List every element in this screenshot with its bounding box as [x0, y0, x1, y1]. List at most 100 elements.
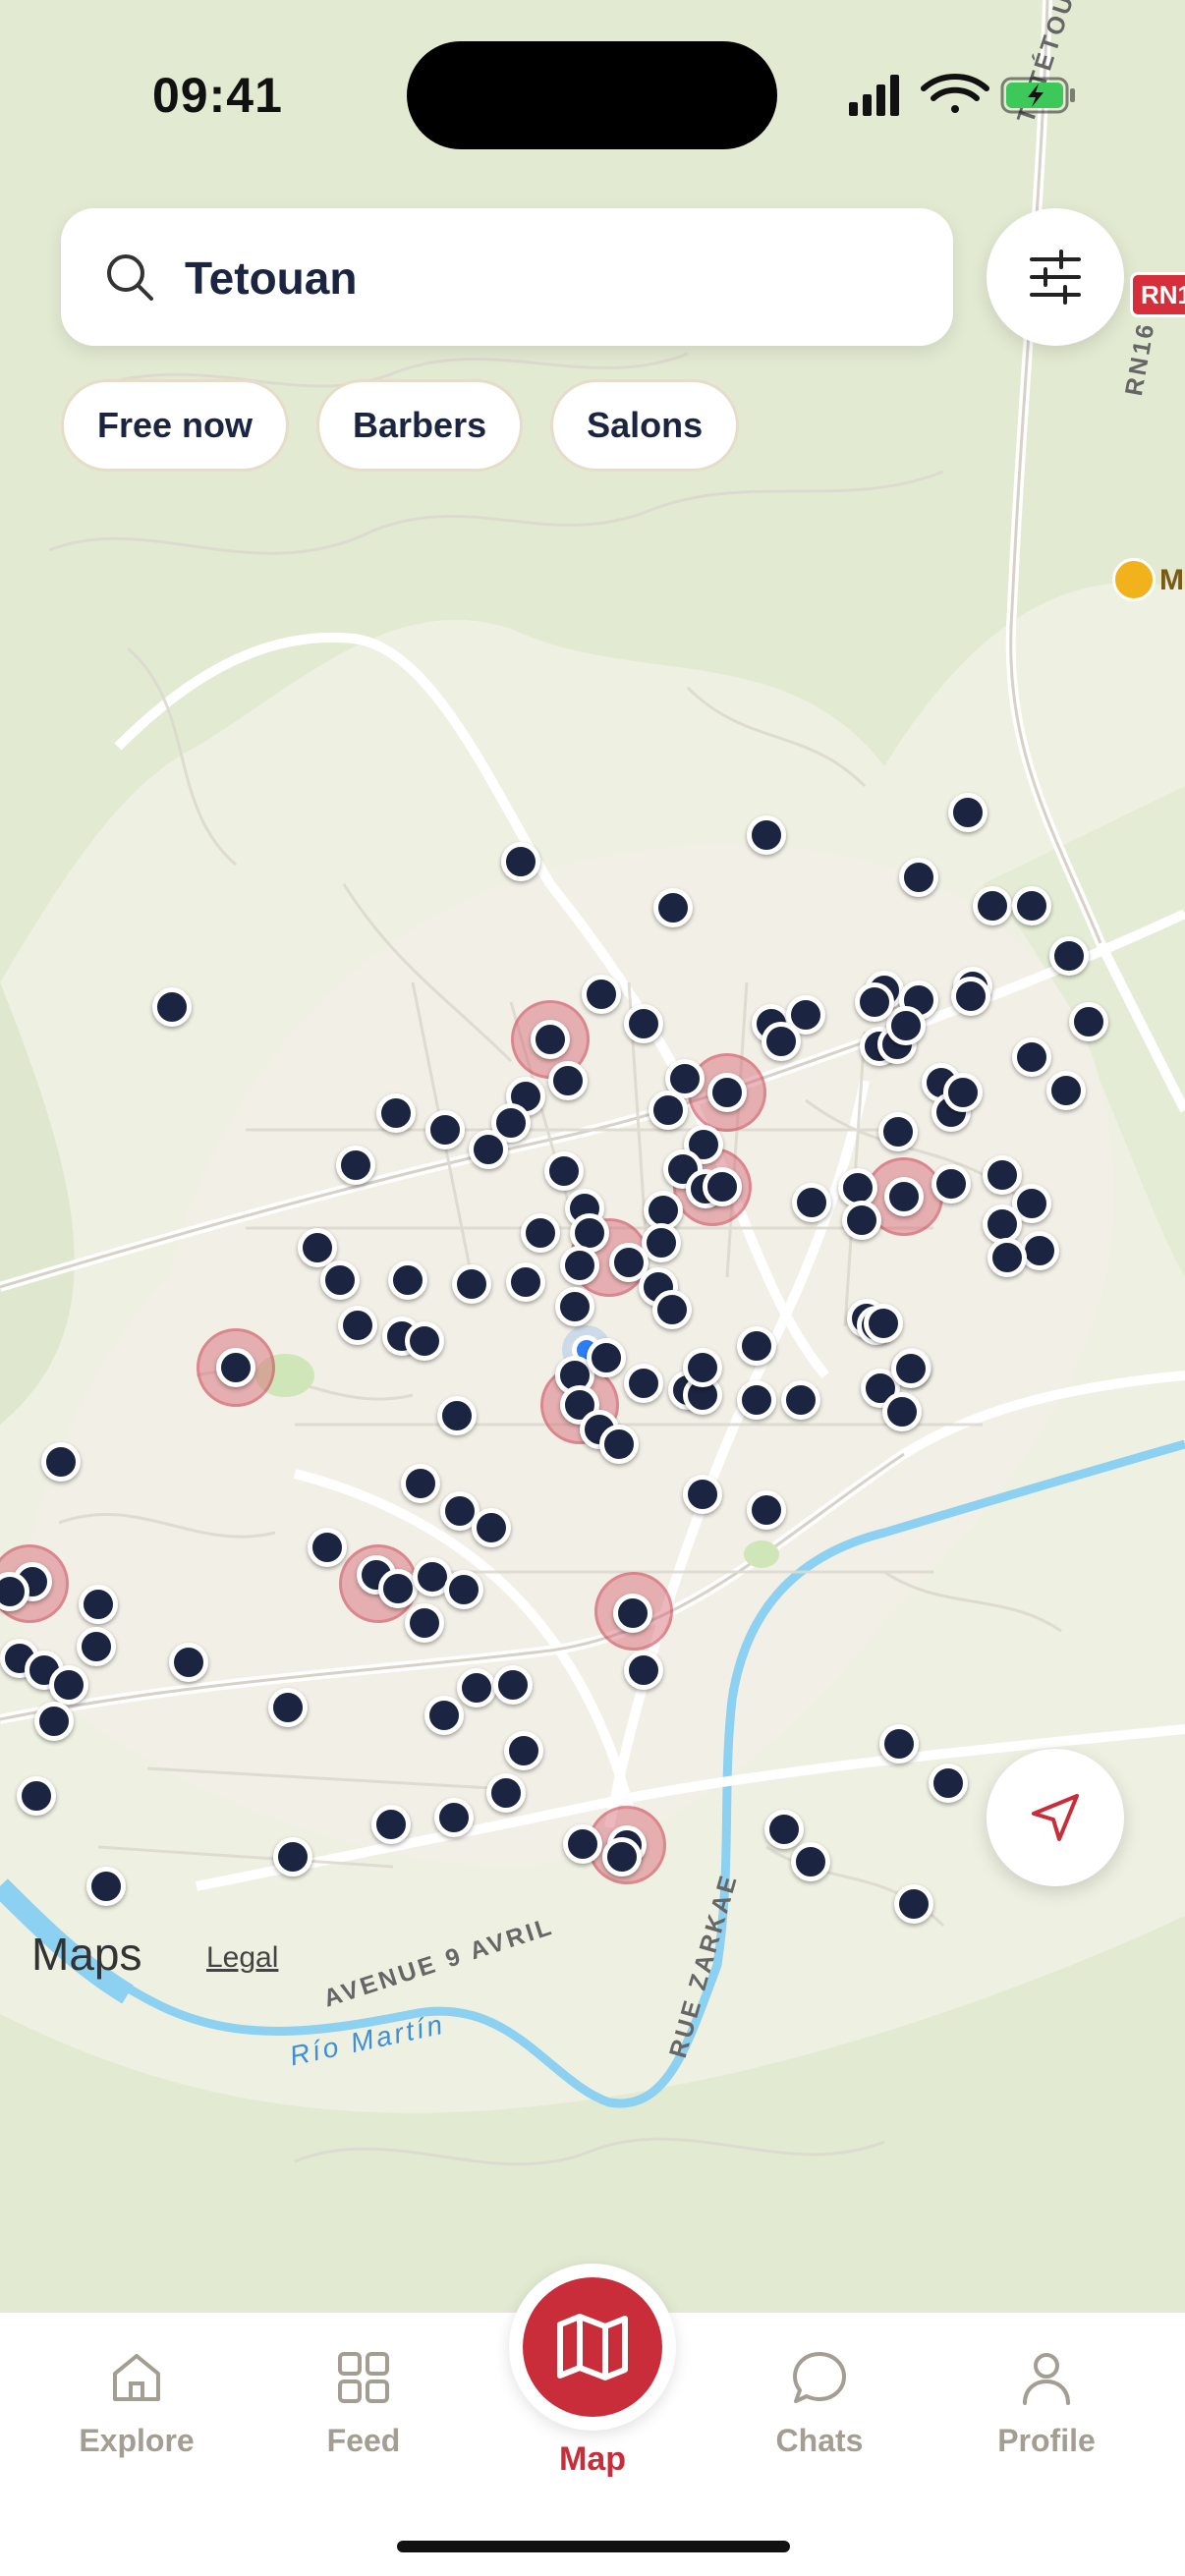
provider-pin[interactable]: [504, 1731, 543, 1770]
provider-pin[interactable]: [943, 1073, 983, 1112]
provider-pin[interactable]: [599, 1425, 639, 1464]
provider-pin[interactable]: [587, 1338, 626, 1377]
provider-pin[interactable]: [17, 1776, 56, 1816]
provider-pin[interactable]: [521, 1213, 560, 1253]
provider-pin[interactable]: [747, 815, 786, 855]
provider-pin[interactable]: [506, 1262, 545, 1302]
provider-pin[interactable]: [764, 1810, 804, 1849]
provider-pin[interactable]: [737, 1326, 776, 1366]
provider-pin[interactable]: [501, 842, 540, 881]
shop-poi-icon[interactable]: [1112, 558, 1156, 601]
provider-pin[interactable]: [401, 1464, 440, 1503]
provider-pin[interactable]: [1049, 936, 1089, 976]
provider-pin[interactable]: [894, 1884, 933, 1924]
provider-pin[interactable]: [268, 1688, 308, 1727]
provider-pin[interactable]: [41, 1442, 81, 1482]
provider-pin[interactable]: [624, 1004, 663, 1043]
provider-pin[interactable]: [781, 1380, 820, 1420]
provider-pin[interactable]: [973, 886, 1012, 925]
provider-pin[interactable]: [886, 1006, 926, 1045]
provider-pin[interactable]: [152, 987, 192, 1027]
provider-pin[interactable]: [624, 1651, 663, 1690]
provider-pin[interactable]: [983, 1155, 1022, 1195]
provider-pin[interactable]: [34, 1702, 74, 1741]
filter-button[interactable]: [987, 208, 1124, 346]
chip-barbers[interactable]: Barbers: [316, 379, 524, 472]
provider-pin[interactable]: [486, 1773, 526, 1813]
provider-pin[interactable]: [988, 1238, 1027, 1277]
search-bar[interactable]: Tetouan: [61, 208, 953, 346]
provider-pin[interactable]: [864, 1304, 903, 1343]
provider-pin[interactable]: [452, 1264, 491, 1304]
provider-pin[interactable]: [216, 1348, 255, 1387]
provider-pin[interactable]: [683, 1475, 722, 1514]
provider-pin[interactable]: [472, 1508, 511, 1547]
provider-pin[interactable]: [792, 1183, 831, 1222]
provider-pin[interactable]: [791, 1842, 830, 1881]
provider-pin[interactable]: [899, 858, 938, 897]
provider-pin[interactable]: [49, 1665, 88, 1705]
provider-pin[interactable]: [405, 1321, 444, 1361]
provider-pin[interactable]: [855, 982, 894, 1022]
provider-pin[interactable]: [951, 977, 990, 1016]
provider-pin[interactable]: [79, 1585, 118, 1624]
provider-pin[interactable]: [86, 1867, 126, 1906]
provider-pin[interactable]: [762, 1022, 801, 1061]
provider-pin[interactable]: [560, 1246, 599, 1285]
provider-pin[interactable]: [308, 1528, 347, 1567]
provider-pin[interactable]: [683, 1348, 722, 1387]
provider-pin[interactable]: [737, 1380, 776, 1420]
provider-pin[interactable]: [371, 1805, 411, 1844]
provider-pin[interactable]: [842, 1201, 881, 1240]
provider-pin[interactable]: [338, 1306, 377, 1345]
provider-pin[interactable]: [555, 1287, 594, 1326]
provider-pin[interactable]: [891, 1349, 931, 1388]
provider-pin[interactable]: [425, 1110, 465, 1149]
provider-pin[interactable]: [388, 1260, 427, 1300]
provider-pin[interactable]: [563, 1824, 602, 1864]
provider-pin[interactable]: [929, 1764, 968, 1803]
provider-pin[interactable]: [273, 1837, 312, 1876]
provider-pin[interactable]: [444, 1570, 483, 1609]
provider-pin[interactable]: [582, 975, 621, 1014]
provider-pin[interactable]: [649, 1091, 688, 1130]
provider-pin[interactable]: [469, 1130, 508, 1169]
provider-pin[interactable]: [457, 1668, 496, 1708]
provider-pin[interactable]: [1069, 1002, 1108, 1041]
provider-pin[interactable]: [544, 1151, 584, 1191]
provider-pin[interactable]: [493, 1665, 533, 1705]
provider-pin[interactable]: [336, 1146, 375, 1185]
provider-pin[interactable]: [882, 1392, 922, 1431]
provider-pin[interactable]: [931, 1164, 971, 1204]
provider-pin[interactable]: [602, 1837, 642, 1876]
provider-pin[interactable]: [878, 1112, 918, 1151]
provider-pin[interactable]: [1012, 886, 1051, 925]
provider-pin[interactable]: [320, 1260, 360, 1300]
provider-pin[interactable]: [624, 1364, 663, 1403]
legal-link[interactable]: Legal: [206, 1941, 278, 1975]
provider-pin[interactable]: [652, 1290, 692, 1329]
provider-pin[interactable]: [437, 1396, 477, 1435]
chip-salons[interactable]: Salons: [550, 379, 740, 472]
map-view[interactable]: RN1 M TETÉTOUAN-F RN16 AVENUE 9 AVRIL RU…: [0, 0, 1185, 2311]
provider-pin[interactable]: [703, 1167, 742, 1206]
provider-pin[interactable]: [405, 1603, 444, 1643]
provider-pin[interactable]: [879, 1724, 919, 1764]
provider-pin[interactable]: [548, 1061, 588, 1100]
provider-pin[interactable]: [1012, 1037, 1051, 1077]
provider-pin[interactable]: [707, 1073, 747, 1112]
provider-pin[interactable]: [884, 1177, 924, 1216]
provider-pin[interactable]: [169, 1643, 208, 1682]
provider-pin[interactable]: [653, 888, 693, 927]
provider-pin[interactable]: [613, 1594, 652, 1633]
chip-free-now[interactable]: Free now: [61, 379, 290, 472]
search-input[interactable]: Tetouan: [185, 252, 357, 305]
provider-pin[interactable]: [531, 1020, 570, 1059]
provider-pin[interactable]: [747, 1490, 786, 1530]
provider-pin[interactable]: [424, 1696, 464, 1735]
locate-me-button[interactable]: [987, 1749, 1124, 1886]
provider-pin[interactable]: [77, 1627, 116, 1666]
provider-pin[interactable]: [1046, 1071, 1086, 1110]
provider-pin[interactable]: [376, 1093, 416, 1133]
provider-pin[interactable]: [378, 1569, 418, 1608]
